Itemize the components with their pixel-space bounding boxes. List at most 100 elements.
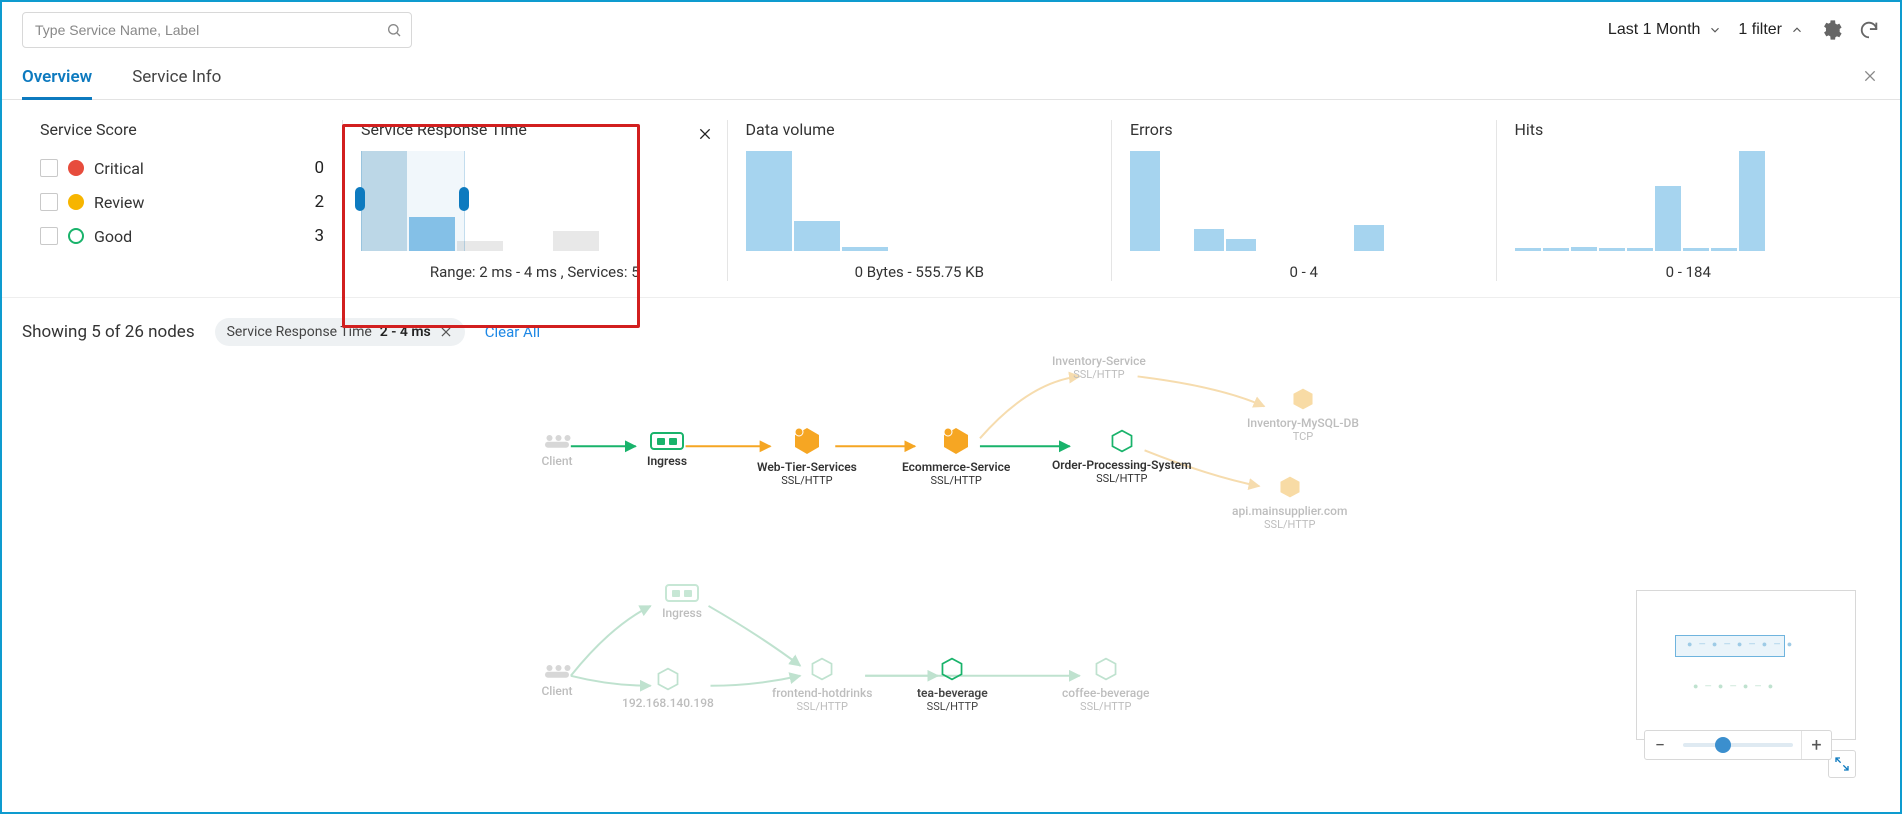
node-label: Client [541, 454, 572, 468]
checkbox[interactable] [40, 193, 58, 211]
topology-graph[interactable]: Client Ingress Web-Tier-Services SSL/HTT… [22, 356, 1880, 796]
card-data-volume: Data volume 0 Bytes - 555.75 KB [727, 120, 1112, 281]
hex-icon [941, 426, 971, 456]
node-tea-beverage[interactable]: tea-beverage SSL/HTTP [917, 656, 988, 713]
search-icon [386, 22, 402, 38]
node-frontend[interactable]: frontend-hotdrinks SSL/HTTP [772, 656, 872, 713]
node-sub: SSL/HTTP [797, 700, 848, 713]
service-score-title: Service Score [40, 120, 324, 139]
timerange-label: Last 1 Month [1608, 21, 1701, 39]
histogram-bar[interactable] [1515, 248, 1541, 251]
node-label: coffee-beverage [1062, 686, 1149, 700]
node-coffee-beverage[interactable]: coffee-beverage SSL/HTTP [1062, 656, 1149, 713]
histogram-bar[interactable] [1226, 239, 1256, 251]
filter-label: 1 filter [1738, 21, 1782, 39]
tabs-row: Overview Service Info [2, 58, 1900, 100]
node-inventory-mysql[interactable]: Inventory-MySQL-DB TCP [1247, 386, 1359, 443]
chip-value: 2 - 4 ms [380, 324, 431, 340]
range-handle-left[interactable] [355, 187, 365, 211]
histogram-bar[interactable] [1683, 248, 1709, 251]
node-ingress[interactable]: Ingress [632, 432, 702, 468]
score-label: Review [94, 193, 144, 212]
minimap[interactable]: ● — ● — ● — ● — ● ● — ● — ● — ● [1636, 590, 1856, 740]
histogram-bar[interactable] [1130, 151, 1160, 251]
histogram-bar[interactable] [1194, 229, 1224, 251]
histogram-hits[interactable] [1515, 151, 1863, 251]
score-row-good[interactable]: Good 3 [40, 219, 324, 253]
node-label: tea-beverage [917, 686, 988, 700]
histogram-data-volume[interactable] [746, 151, 1094, 251]
node-ip[interactable]: 192.168.140.198 [622, 666, 714, 710]
zoom-out-button[interactable]: − [1645, 731, 1675, 759]
score-count: 2 [314, 192, 324, 212]
hex-icon [792, 426, 822, 456]
gear-icon[interactable] [1820, 19, 1842, 41]
hex-icon [1277, 474, 1303, 500]
filter-dropdown[interactable]: 1 filter [1738, 21, 1804, 39]
histogram-bar[interactable] [1739, 151, 1765, 251]
close-icon[interactable] [697, 126, 713, 142]
dot-good-icon [68, 228, 84, 244]
histogram-bar[interactable] [1655, 186, 1681, 251]
chip-remove-icon[interactable] [439, 325, 453, 339]
score-row-critical[interactable]: Critical 0 [40, 151, 324, 185]
node-label: api.mainsupplier.com [1232, 504, 1347, 518]
tab-service-info[interactable]: Service Info [132, 57, 221, 100]
node-label: Ingress [647, 454, 687, 468]
zoom-slider[interactable] [1683, 743, 1793, 747]
node-ingress-2[interactable]: Ingress [647, 584, 717, 620]
range-label: Range: 2 ms - 4 ms , Services: 5 [361, 263, 709, 281]
showing-text: Showing 5 of 26 nodes [22, 322, 195, 342]
node-sub: SSL/HTTP [1080, 700, 1131, 713]
node-sub: SSL/HTTP [927, 700, 978, 713]
close-panel-icon[interactable] [1862, 68, 1878, 84]
card-errors: Errors 0 - 4 [1111, 120, 1496, 281]
node-client[interactable]: Client [522, 432, 592, 468]
card-title: Data volume [746, 120, 1094, 139]
histogram-bar[interactable] [1711, 248, 1737, 251]
clear-all-link[interactable]: Clear All [485, 323, 540, 341]
client-icon [542, 662, 572, 680]
range-handle-right[interactable] [459, 187, 469, 211]
node-sub: SSL/HTTP [1073, 368, 1124, 381]
histogram-bar[interactable] [842, 247, 888, 251]
histogram-bar[interactable] [1627, 248, 1653, 251]
histogram-bar[interactable] [746, 151, 792, 251]
node-inventory-service[interactable]: Inventory-Service SSL/HTTP [1052, 354, 1146, 381]
histogram-bar[interactable] [1599, 248, 1625, 251]
node-client-2[interactable]: Client [522, 662, 592, 698]
card-title: Hits [1515, 120, 1863, 139]
histogram-errors[interactable] [1130, 151, 1478, 251]
search-input[interactable] [22, 12, 412, 48]
zoom-handle[interactable] [1715, 737, 1731, 753]
filter-chip[interactable]: Service Response Time 2 - 4 ms [215, 318, 465, 346]
node-supplier[interactable]: api.mainsupplier.com SSL/HTTP [1232, 474, 1347, 531]
range-label: 0 - 184 [1515, 263, 1863, 281]
ingress-icon [665, 584, 699, 602]
score-row-review[interactable]: Review 2 [40, 185, 324, 219]
histogram-bar[interactable] [553, 231, 599, 251]
hex-icon [939, 656, 965, 682]
node-order-processing[interactable]: Order-Processing-System SSL/HTTP [1052, 428, 1192, 485]
checkbox[interactable] [40, 227, 58, 245]
ingress-icon [650, 432, 684, 450]
histogram-bar[interactable] [1354, 225, 1384, 251]
histogram-response-time[interactable] [361, 151, 709, 251]
node-web-tier[interactable]: Web-Tier-Services SSL/HTTP [757, 426, 857, 487]
node-label: 192.168.140.198 [622, 696, 714, 710]
node-label: Web-Tier-Services [757, 460, 857, 474]
tab-overview[interactable]: Overview [22, 57, 92, 100]
node-ecommerce[interactable]: Ecommerce-Service SSL/HTTP [902, 426, 1010, 487]
zoom-in-button[interactable]: + [1801, 731, 1831, 759]
score-label: Critical [94, 159, 144, 178]
card-response-time: Service Response Time Range: 2 ms - 4 ms… [342, 120, 727, 281]
histogram-bar[interactable] [794, 221, 840, 251]
checkbox[interactable] [40, 159, 58, 177]
timerange-dropdown[interactable]: Last 1 Month [1608, 21, 1723, 39]
fit-screen-button[interactable] [1828, 750, 1856, 778]
refresh-icon[interactable] [1858, 19, 1880, 41]
zoom-control: − + [1644, 730, 1832, 760]
card-title: Errors [1130, 120, 1478, 139]
histogram-bar[interactable] [1543, 248, 1569, 251]
histogram-bar[interactable] [1571, 247, 1597, 251]
